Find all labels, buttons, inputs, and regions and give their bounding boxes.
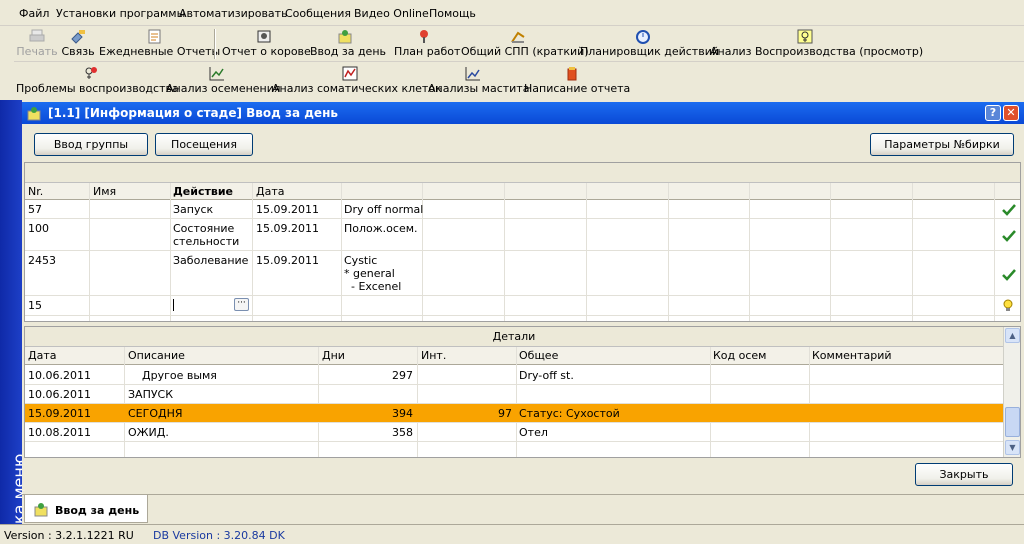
window-close-button[interactable]: ✕ bbox=[1003, 105, 1019, 121]
menu-video-online[interactable]: Видео Online bbox=[354, 7, 429, 20]
link-button[interactable]: Связь bbox=[60, 26, 96, 62]
lightbulb-icon bbox=[1003, 299, 1013, 311]
col-description[interactable]: Описание bbox=[128, 349, 185, 362]
daily-report-icon bbox=[148, 29, 161, 44]
col-date[interactable]: Дата bbox=[256, 185, 284, 198]
toolbar-main: Печать Связь Ежедневные Отчеты Отчет о к… bbox=[14, 26, 1024, 62]
table-row[interactable]: 2453 Заболевание 15.09.2011 Cystic * gen… bbox=[25, 251, 1020, 296]
daily-input-icon bbox=[27, 107, 41, 121]
scroll-thumb[interactable] bbox=[1005, 407, 1020, 437]
check-icon bbox=[1002, 269, 1016, 281]
scroll-up-button[interactable]: ▲ bbox=[1005, 328, 1020, 343]
close-icon: ✕ bbox=[1006, 106, 1016, 119]
daily-input-icon bbox=[338, 30, 352, 44]
reproduction-problems-button[interactable]: Проблемы воспроизводства bbox=[16, 63, 179, 99]
summary-button[interactable]: Общий СПП (краткий) bbox=[461, 26, 589, 62]
link-icon bbox=[71, 30, 85, 44]
mastitis-analysis-button[interactable]: Анализы мастита bbox=[428, 63, 529, 99]
write-report-button[interactable]: Написание отчета bbox=[524, 63, 630, 99]
cow-report-icon bbox=[257, 30, 271, 43]
chevron-down-icon: ▼ bbox=[1009, 443, 1016, 452]
stopwatch-icon bbox=[636, 30, 650, 44]
col-general[interactable]: Общее bbox=[519, 349, 558, 362]
check-icon bbox=[1002, 204, 1016, 216]
app-version: Version : 3.2.1.1221 RU bbox=[4, 529, 134, 542]
scroll-down-button[interactable]: ▼ bbox=[1005, 440, 1020, 455]
mastitis-chart-icon bbox=[465, 67, 480, 81]
col-date[interactable]: Дата bbox=[28, 349, 56, 362]
window-tab-bar: Ввод за день bbox=[22, 494, 1024, 523]
col-action[interactable]: Действие bbox=[173, 185, 233, 198]
menu-automate[interactable]: Автоматизировать bbox=[179, 7, 288, 20]
col-interval[interactable]: Инт. bbox=[421, 349, 446, 362]
reproduction-analysis-button[interactable]: Анализ Воспроизводства (просмотр) bbox=[710, 26, 923, 62]
window-titlebar[interactable]: [1.1] [Информация о стаде] Ввод за день … bbox=[22, 102, 1024, 124]
table-row[interactable]: 57 Запуск 15.09.2011 Dry off normal bbox=[25, 200, 1020, 219]
toolbar-separator bbox=[214, 29, 216, 59]
menu-bar: Файл Установки программы Автоматизироват… bbox=[0, 0, 1024, 26]
daily-input-button[interactable]: Ввод за день bbox=[310, 26, 386, 62]
reproduction-icon bbox=[797, 29, 813, 44]
tag-params-button[interactable]: Параметры №бирки bbox=[870, 133, 1014, 156]
somatic-chart-icon bbox=[342, 66, 358, 81]
chevron-up-icon: ▲ bbox=[1009, 331, 1016, 340]
action-planner-button[interactable]: Планировщик действий bbox=[580, 26, 719, 62]
table-row[interactable]: 10.06.2011 ЗАПУСК bbox=[25, 385, 1003, 404]
daily-reports-button[interactable]: Ежедневные Отчеты bbox=[99, 26, 220, 62]
text-caret bbox=[173, 299, 174, 311]
table-row[interactable]: 10.08.2011 ОЖИД. 358 Отел bbox=[25, 423, 1003, 442]
visits-button[interactable]: Посещения bbox=[155, 133, 253, 156]
group-input-button[interactable]: Ввод группы bbox=[34, 133, 148, 156]
check-icon bbox=[1002, 230, 1016, 242]
grid-header-spacer bbox=[25, 163, 1020, 183]
printer-icon bbox=[29, 29, 45, 42]
close-button[interactable]: Закрыть bbox=[915, 463, 1013, 486]
col-name[interactable]: Имя bbox=[93, 185, 116, 198]
details-header: Дата Описание Дни Инт. Общее Код осем Ко… bbox=[25, 347, 1003, 365]
help-button[interactable]: ? bbox=[985, 105, 1001, 121]
col-nr[interactable]: Nr. bbox=[28, 185, 43, 198]
details-scrollbar[interactable]: ▲ ▼ bbox=[1003, 327, 1020, 457]
work-plan-icon bbox=[420, 30, 428, 43]
tab-daily-input[interactable]: Ввод за день bbox=[24, 495, 148, 523]
menu-strip-sidebar[interactable]: Строка меню bbox=[0, 100, 29, 544]
col-insemination-code[interactable]: Код осем bbox=[713, 349, 767, 362]
menu-file[interactable]: Файл bbox=[19, 7, 49, 20]
grid-header: Nr. Имя Действие Дата bbox=[25, 183, 1020, 200]
toolbar-analysis: Проблемы воспроизводства Анализ осеменен… bbox=[14, 63, 1024, 99]
print-button[interactable]: Печать bbox=[16, 26, 58, 62]
menu-settings[interactable]: Установки программы bbox=[56, 7, 185, 20]
table-row-edit[interactable]: 15 ··· bbox=[25, 296, 1020, 316]
summary-icon bbox=[511, 31, 525, 43]
menu-help[interactable]: Помощь bbox=[429, 7, 476, 20]
help-icon: ? bbox=[989, 106, 997, 119]
window-title: [1.1] [Информация о стаде] Ввод за день bbox=[48, 106, 338, 120]
insemination-chart-icon bbox=[209, 67, 224, 81]
col-days[interactable]: Дни bbox=[322, 349, 345, 362]
insemination-analysis-button[interactable]: Анализ осеменения bbox=[166, 63, 281, 99]
status-bar: Version : 3.2.1.1221 RU DB Version : 3.2… bbox=[0, 524, 1024, 544]
ellipsis-button[interactable]: ··· bbox=[234, 298, 249, 311]
work-plan-button[interactable]: План работ bbox=[394, 26, 460, 62]
somatic-cells-analysis-button[interactable]: Анализ соматических клеток bbox=[272, 63, 442, 99]
menu-messages[interactable]: Сообщения bbox=[285, 7, 351, 20]
table-row[interactable]: 100 Состояние стельности 15.09.2011 Поло… bbox=[25, 219, 1020, 251]
table-row-selected[interactable]: 15.09.2011 СЕГОДНЯ 394 97 Статус: Сухост… bbox=[25, 404, 1003, 423]
daily-input-grid: Nr. Имя Действие Дата 57 Запуск 15.09.20… bbox=[24, 162, 1021, 322]
db-version: DB Version : 3.20.84 DK bbox=[153, 529, 285, 542]
details-title: Детали bbox=[25, 327, 1003, 347]
daily-input-window: [1.1] [Информация о стаде] Ввод за день … bbox=[22, 100, 1024, 490]
table-row[interactable]: 10.06.2011 Другое вымя 297 Dry-off st. bbox=[25, 366, 1003, 385]
details-grid: Детали Дата Описание Дни Инт. Общее Код … bbox=[24, 326, 1021, 458]
col-comment[interactable]: Комментарий bbox=[812, 349, 892, 362]
daily-input-icon bbox=[34, 503, 48, 517]
reproduction-problem-icon bbox=[85, 67, 97, 79]
report-writing-icon bbox=[567, 67, 577, 81]
cow-report-button[interactable]: Отчет о корове bbox=[222, 26, 311, 62]
